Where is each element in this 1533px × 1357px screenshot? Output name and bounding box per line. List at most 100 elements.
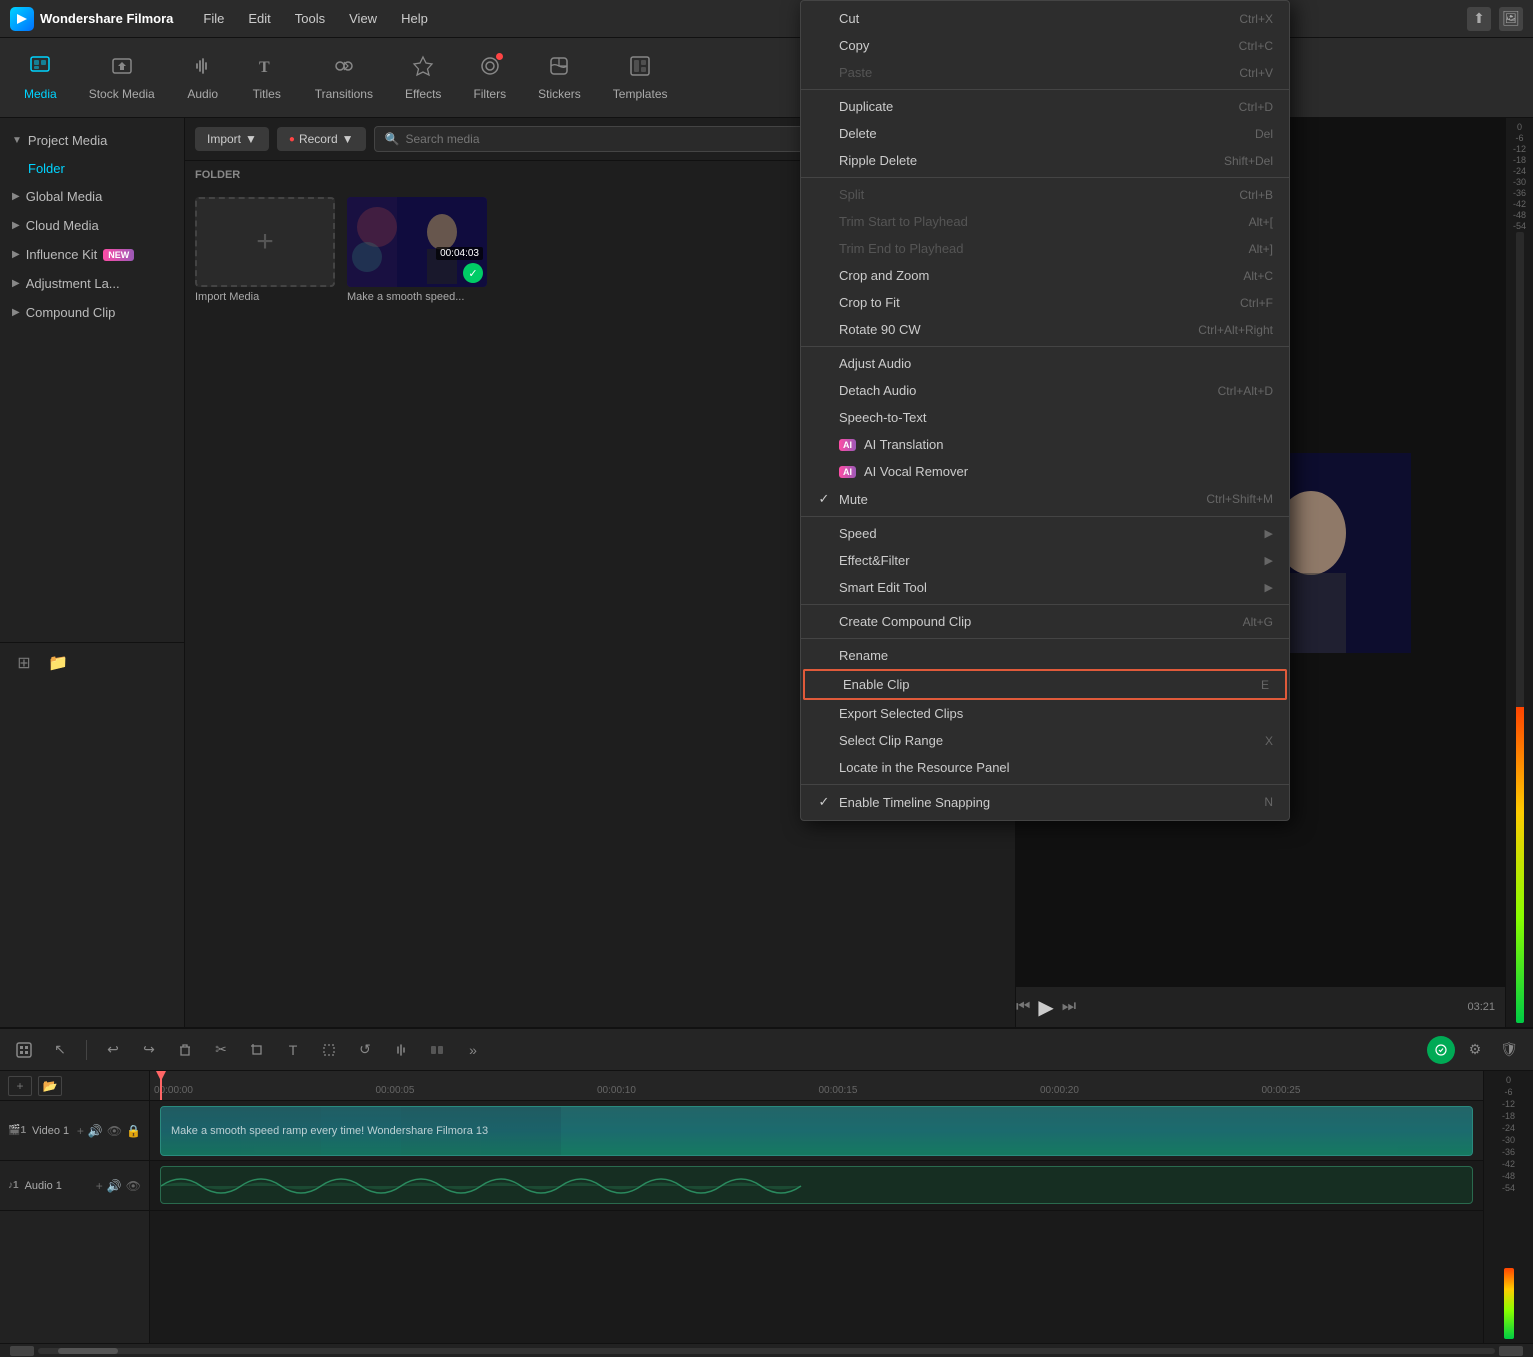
ctx-trim-start[interactable]: Trim Start to Playhead Alt+[ [801, 208, 1289, 235]
folder-track-icon[interactable]: 📂 [38, 1076, 62, 1096]
video-clip[interactable]: Make a smooth speed ramp every time! Won… [160, 1106, 1473, 1156]
transition-button[interactable] [423, 1036, 451, 1064]
shield-button[interactable]: 🛡 [1495, 1036, 1523, 1064]
h-scroll-thumb[interactable] [58, 1348, 118, 1354]
ai-audio-button[interactable] [387, 1036, 415, 1064]
ctx-enable-snapping[interactable]: ✓ Enable Timeline Snapping N [801, 788, 1289, 816]
ctx-smartedit-label: Smart Edit Tool [839, 580, 927, 595]
ctx-trim-end[interactable]: Trim End to Playhead Alt+] [801, 235, 1289, 262]
ctx-copy[interactable]: Copy Ctrl+C [801, 32, 1289, 59]
ctx-ai-translation[interactable]: AI AI Translation [801, 431, 1289, 458]
settings-button[interactable]: ⚙ [1461, 1036, 1489, 1064]
tab-stickers[interactable]: Stickers [524, 49, 595, 107]
import-button[interactable]: Import ▼ [195, 127, 269, 151]
sidebar-item-adjustment-layer[interactable]: ▶ Adjustment La... [0, 269, 184, 298]
tab-media[interactable]: Media [10, 49, 71, 107]
ctx-create-compound-clip[interactable]: Create Compound Clip Alt+G [801, 608, 1289, 635]
h-scroll-track[interactable] [38, 1348, 1495, 1354]
tab-templates[interactable]: Templates [599, 49, 682, 107]
scroll-right-btn[interactable] [1499, 1346, 1523, 1356]
ctx-locate-resource[interactable]: Locate in the Resource Panel [801, 754, 1289, 781]
rotate-button[interactable]: ↺ [351, 1036, 379, 1064]
menu-help[interactable]: Help [391, 7, 438, 30]
ctx-smart-edit-tool[interactable]: Smart Edit Tool ▶ [801, 574, 1289, 601]
ctx-rename[interactable]: Rename [801, 642, 1289, 669]
video1-track-lane[interactable]: Make a smooth speed ramp every time! Won… [150, 1101, 1483, 1161]
ctx-cut[interactable]: Cut Ctrl+X [801, 5, 1289, 32]
menu-file[interactable]: File [193, 7, 234, 30]
ctx-speed[interactable]: Speed ▶ [801, 520, 1289, 547]
sidebar-item-compound-clip[interactable]: ▶ Compound Clip [0, 298, 184, 327]
cloud-upload-icon[interactable]: ⬆ [1467, 7, 1491, 31]
video1-add-icon[interactable]: + [77, 1124, 84, 1138]
record-button[interactable]: ● Record ▼ [277, 127, 366, 151]
audio1-track-lane[interactable] [150, 1161, 1483, 1211]
tab-media-label: Media [24, 87, 57, 101]
ctx-cliprange-shortcut: X [1265, 734, 1273, 748]
ctx-mute[interactable]: ✓ Mute Ctrl+Shift+M [801, 485, 1289, 513]
video1-volume-icon[interactable]: 🔊 [88, 1124, 103, 1138]
delete-timeline-button[interactable] [171, 1036, 199, 1064]
menu-tools[interactable]: Tools [285, 7, 335, 30]
sidebar-item-global-media[interactable]: ▶ Global Media [0, 182, 184, 211]
tab-titles[interactable]: T Titles [237, 49, 297, 107]
menu-edit[interactable]: Edit [238, 7, 280, 30]
tab-audio[interactable]: Audio [173, 49, 233, 107]
sidebar-item-folder[interactable]: Folder [0, 155, 184, 182]
menu-view[interactable]: View [339, 7, 387, 30]
video1-track-header: 🎬1 Video 1 + 🔊 👁 🔒 [0, 1101, 149, 1161]
ctx-select-clip-range[interactable]: Select Clip Range X [801, 727, 1289, 754]
ctx-crop-zoom[interactable]: Crop and Zoom Alt+C [801, 262, 1289, 289]
ctx-delete[interactable]: Delete Del [801, 120, 1289, 147]
preview-icon[interactable]: 🖼 [1499, 7, 1523, 31]
tab-effects[interactable]: Effects [391, 49, 455, 107]
ctx-export-selected[interactable]: Export Selected Clips [801, 700, 1289, 727]
add-folder-icon[interactable]: ⊞ [10, 649, 38, 677]
ctx-effect-filter[interactable]: Effect&Filter ▶ [801, 547, 1289, 574]
video-clip-item[interactable]: 00:04:03 ✓ Make a smooth speed... [347, 197, 487, 303]
video1-eye-icon[interactable]: 👁 [107, 1124, 122, 1138]
tab-stock-media[interactable]: Stock Media [75, 49, 169, 107]
ctx-speech-to-text[interactable]: Speech-to-Text [801, 404, 1289, 431]
ctx-ripple-delete[interactable]: Ripple Delete Shift+Del [801, 147, 1289, 174]
ctx-detach-audio[interactable]: Detach Audio Ctrl+Alt+D [801, 377, 1289, 404]
scroll-left-btn[interactable] [10, 1346, 34, 1356]
tab-stickers-label: Stickers [538, 87, 581, 101]
more-button[interactable]: » [459, 1036, 487, 1064]
select-button[interactable]: ↖ [46, 1036, 74, 1064]
vol-bar [1504, 1268, 1514, 1339]
text-timeline-button[interactable]: T [279, 1036, 307, 1064]
ctx-rotate[interactable]: Rotate 90 CW Ctrl+Alt+Right [801, 316, 1289, 343]
audio-clip[interactable] [160, 1166, 1473, 1204]
next-frame-icon[interactable]: ⏭ [1062, 998, 1076, 1016]
ctx-ai-vocal-remover[interactable]: AI AI Vocal Remover [801, 458, 1289, 485]
redo-button[interactable]: ↪ [135, 1036, 163, 1064]
ctx-duplicate[interactable]: Duplicate Ctrl+D [801, 93, 1289, 120]
prev-frame-icon[interactable]: ⏮ [1016, 998, 1030, 1016]
ai-button[interactable] [1427, 1036, 1455, 1064]
snap-button[interactable] [10, 1036, 38, 1064]
crop-timeline-button[interactable] [243, 1036, 271, 1064]
audio1-volume-icon[interactable]: 🔊 [107, 1179, 122, 1193]
tab-transitions[interactable]: Transitions [301, 49, 387, 107]
folder-icon[interactable]: 📁 [44, 649, 72, 677]
play-icon[interactable]: ▶ [1038, 995, 1053, 1020]
video1-lock-icon[interactable]: 🔒 [126, 1124, 141, 1138]
ctx-paste[interactable]: Paste Ctrl+V [801, 59, 1289, 86]
cut-timeline-button[interactable]: ✂ [207, 1036, 235, 1064]
sidebar-item-project-media[interactable]: ▼ Project Media [0, 126, 184, 155]
transform-button[interactable] [315, 1036, 343, 1064]
ctx-split[interactable]: Split Ctrl+B [801, 181, 1289, 208]
tab-filters[interactable]: Filters [459, 49, 520, 107]
sidebar-item-influence-kit[interactable]: ▶ Influence Kit NEW [0, 240, 184, 269]
import-media-item[interactable]: + Import Media [195, 197, 335, 303]
ctx-enable-clip[interactable]: Enable Clip E [803, 669, 1287, 700]
audio1-eye-icon[interactable]: 👁 [126, 1179, 141, 1193]
timeline-area: ↖ ↩ ↪ ✂ T ↺ [0, 1027, 1533, 1357]
add-track-icon[interactable]: + [8, 1076, 32, 1096]
sidebar-item-cloud-media[interactable]: ▶ Cloud Media [0, 211, 184, 240]
undo-button[interactable]: ↩ [99, 1036, 127, 1064]
ctx-adjust-audio[interactable]: Adjust Audio [801, 350, 1289, 377]
audio1-add-icon[interactable]: + [96, 1179, 103, 1193]
ctx-crop-fit[interactable]: Crop to Fit Ctrl+F [801, 289, 1289, 316]
